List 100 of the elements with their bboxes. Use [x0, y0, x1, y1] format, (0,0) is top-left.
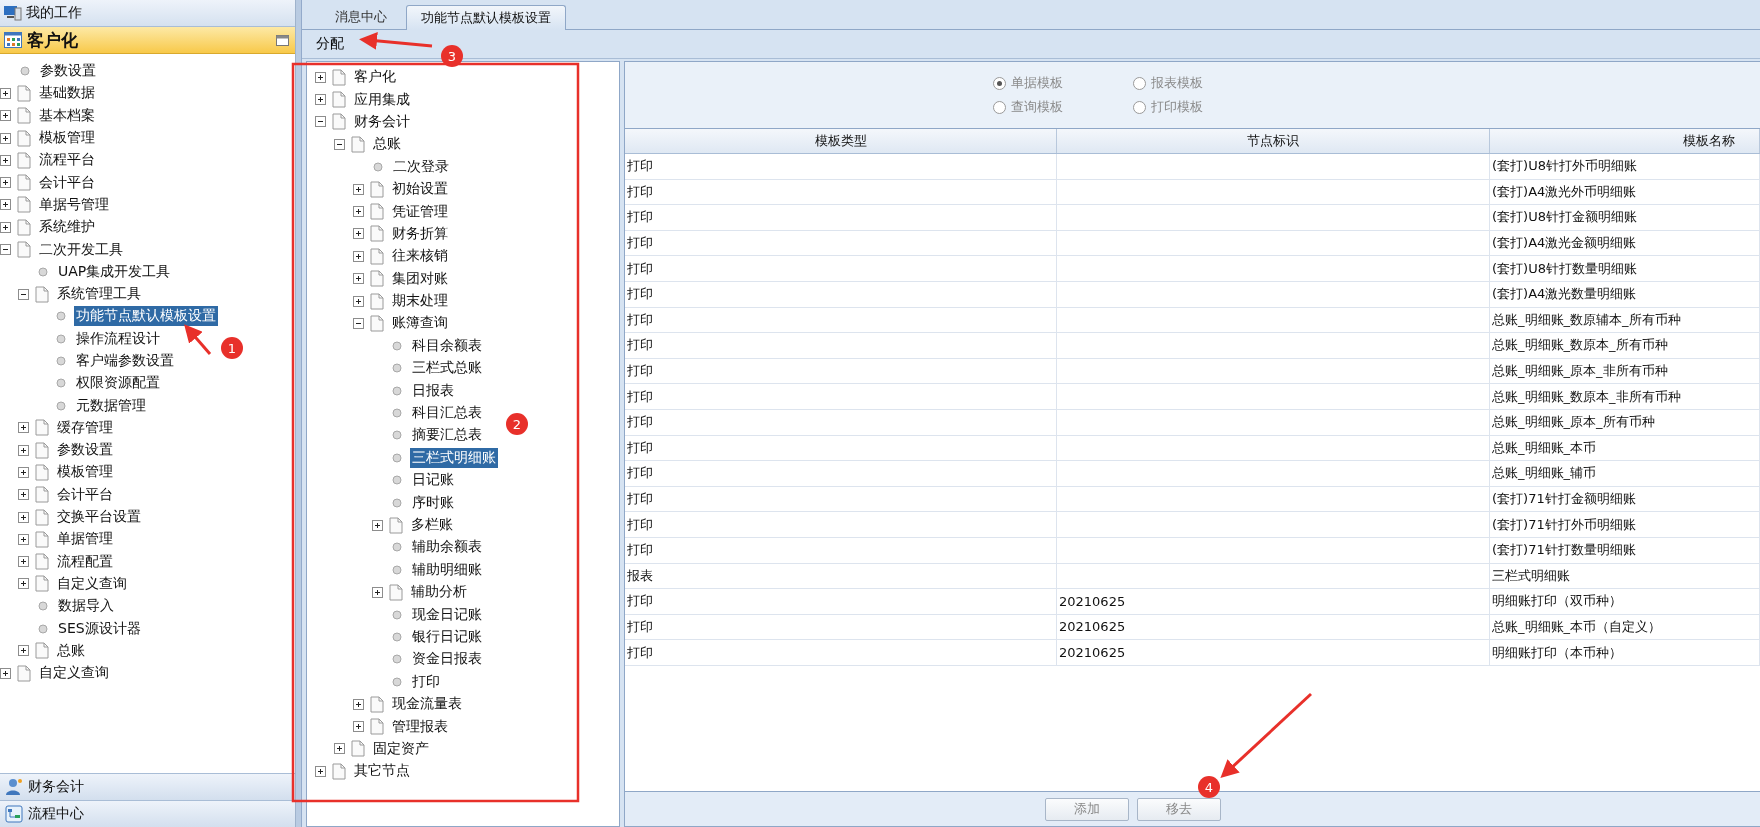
tree-item[interactable]: 元数据管理 [74, 395, 148, 416]
tree-item[interactable]: 序时账 [410, 492, 456, 513]
tree-item[interactable]: 系统管理工具 [55, 284, 143, 305]
expand-toggle[interactable] [18, 444, 29, 456]
expand-toggle[interactable] [353, 273, 364, 285]
table-row[interactable]: 打印 总账_明细账_辅币 [625, 461, 1760, 487]
tree-item[interactable]: 二次登录 [391, 156, 451, 177]
tree-item[interactable]: 会计平台 [37, 172, 97, 193]
tree-item[interactable]: 交换平台设置 [55, 507, 143, 528]
tree-item[interactable]: 辅助明细账 [410, 559, 484, 580]
expand-toggle[interactable] [372, 519, 383, 531]
tree-item[interactable]: 多栏账 [409, 515, 455, 535]
expand-toggle[interactable] [353, 183, 364, 195]
tree-item[interactable]: 缓存管理 [55, 417, 115, 438]
tree-item[interactable]: 管理报表 [390, 716, 450, 737]
expand-toggle[interactable] [353, 250, 364, 262]
expand-toggle[interactable] [353, 721, 364, 732]
table-row[interactable]: 打印 (套打)71针打数量明细账 [625, 537, 1760, 564]
table-row[interactable]: 打印 20210625 明细账打印（双币种） [625, 589, 1760, 615]
expand-toggle[interactable] [0, 177, 11, 189]
expand-toggle[interactable] [18, 422, 29, 434]
tree-item[interactable]: 模板管理 [37, 128, 97, 149]
expand-toggle[interactable] [0, 199, 11, 211]
tree-item[interactable]: 客户化 [352, 67, 398, 88]
table-row[interactable]: 打印 (套打)71针打外币明细账 [625, 512, 1760, 538]
table-row[interactable]: 打印 (套打)A4激光外币明细账 [625, 179, 1760, 206]
collapse-toggle[interactable] [353, 318, 364, 329]
column-header[interactable]: 模板名称 [1490, 129, 1760, 153]
tree-item[interactable]: 系统维护 [37, 217, 97, 238]
tree-item[interactable]: 参数设置 [38, 61, 98, 82]
tree-item[interactable]: 基本档案 [37, 105, 97, 126]
tree-item[interactable]: 权限资源配置 [74, 373, 162, 394]
tree-item[interactable]: 科目汇总表 [410, 403, 484, 424]
table-row[interactable]: 打印 20210625 明细账打印（本币种） [625, 640, 1760, 666]
tree-item[interactable]: 资金日报表 [410, 649, 484, 670]
tree-item[interactable]: 参数设置 [55, 440, 115, 461]
tree-item[interactable]: 凭证管理 [390, 201, 450, 222]
table-row[interactable]: 打印 20210625 总账_明细账_本币（自定义） [625, 614, 1760, 641]
tree-item[interactable]: 其它节点 [352, 761, 412, 782]
tree-item[interactable]: 往来核销 [390, 246, 450, 267]
tree-item[interactable]: 现金流量表 [390, 694, 464, 715]
tree-item[interactable]: 会计平台 [55, 484, 115, 505]
tree-item[interactable]: 三栏式明细账 [410, 447, 498, 468]
tree-item[interactable]: 二次开发工具 [37, 239, 125, 260]
tab[interactable]: 消息中心 [320, 4, 402, 29]
table-row[interactable]: 打印 总账_明细账_数原本_所有币种 [625, 333, 1760, 359]
tree-item[interactable]: 财务折算 [390, 223, 450, 244]
nav-bar[interactable]: 流程中心 [0, 800, 295, 827]
tree-item[interactable]: 应用集成 [352, 89, 412, 110]
tree-item[interactable]: 总账 [371, 134, 403, 155]
table-row[interactable]: 打印 (套打)A4激光数量明细账 [625, 281, 1760, 308]
table-row[interactable]: 打印 总账_明细账_原本_所有币种 [625, 409, 1760, 436]
tree-item[interactable]: 辅助余额表 [410, 537, 484, 558]
collapse-toggle[interactable] [0, 244, 11, 255]
expand-toggle[interactable] [334, 743, 345, 755]
table-row[interactable]: 打印 总账_明细账_本币 [625, 435, 1760, 462]
tree-item[interactable]: 客户端参数设置 [74, 351, 176, 371]
expand-toggle[interactable] [18, 467, 29, 478]
table-row[interactable]: 打印 (套打)U8针打外币明细账 [625, 154, 1760, 180]
tree-item[interactable]: 固定资产 [371, 738, 431, 759]
toolbar-button[interactable]: 分配 [312, 33, 348, 55]
expand-toggle[interactable] [18, 489, 29, 501]
tree-item[interactable]: 单据号管理 [37, 194, 111, 215]
expand-toggle[interactable] [0, 221, 11, 233]
tree-item[interactable]: 现金日记账 [410, 604, 484, 625]
tree-item[interactable]: 自定义查询 [37, 663, 111, 684]
tree-item[interactable]: 模板管理 [55, 462, 115, 483]
expand-toggle[interactable] [0, 110, 11, 122]
expand-toggle[interactable] [0, 87, 11, 99]
nav-bar[interactable]: 财务会计 [0, 773, 295, 800]
expand-toggle[interactable] [0, 154, 11, 166]
tree-item[interactable]: 银行日记账 [410, 626, 484, 647]
tree-item[interactable]: 单据管理 [55, 529, 115, 550]
tree-item[interactable]: 账簿查询 [390, 313, 450, 334]
tree-item[interactable]: 集团对账 [390, 268, 450, 289]
tree-item[interactable]: 流程配置 [55, 551, 115, 572]
expand-toggle[interactable] [315, 94, 326, 106]
tree-item[interactable]: 辅助分析 [409, 582, 469, 603]
expand-toggle[interactable] [0, 132, 11, 144]
column-header[interactable]: 模板类型 [625, 129, 1057, 153]
expand-toggle[interactable] [18, 645, 29, 657]
table-row[interactable]: 打印 总账_明细账_原本_非所有币种 [625, 358, 1760, 385]
collapse-toggle[interactable] [18, 288, 29, 300]
tree-item[interactable]: 打印 [410, 671, 442, 692]
tree-item[interactable]: UAP集成开发工具 [56, 261, 173, 282]
expand-toggle[interactable] [315, 765, 326, 777]
table-row[interactable]: 打印 (套打)A4激光金额明细账 [625, 230, 1760, 257]
tree-item[interactable]: 财务会计 [352, 111, 412, 132]
expand-toggle[interactable] [353, 206, 364, 218]
expand-toggle[interactable] [353, 698, 364, 710]
window-icon[interactable] [276, 34, 289, 46]
tree-item[interactable]: 流程平台 [37, 150, 97, 171]
collapse-toggle[interactable] [334, 138, 345, 150]
expand-toggle[interactable] [372, 586, 383, 598]
expand-toggle[interactable] [18, 556, 29, 568]
tree-item[interactable]: 摘要汇总表 [410, 425, 484, 446]
table-row[interactable]: 打印 (套打)71针打金额明细账 [625, 486, 1760, 513]
collapse-toggle[interactable] [315, 116, 326, 128]
tree-item[interactable]: 三栏式总账 [410, 358, 484, 379]
splitter-handle[interactable] [296, 0, 302, 827]
